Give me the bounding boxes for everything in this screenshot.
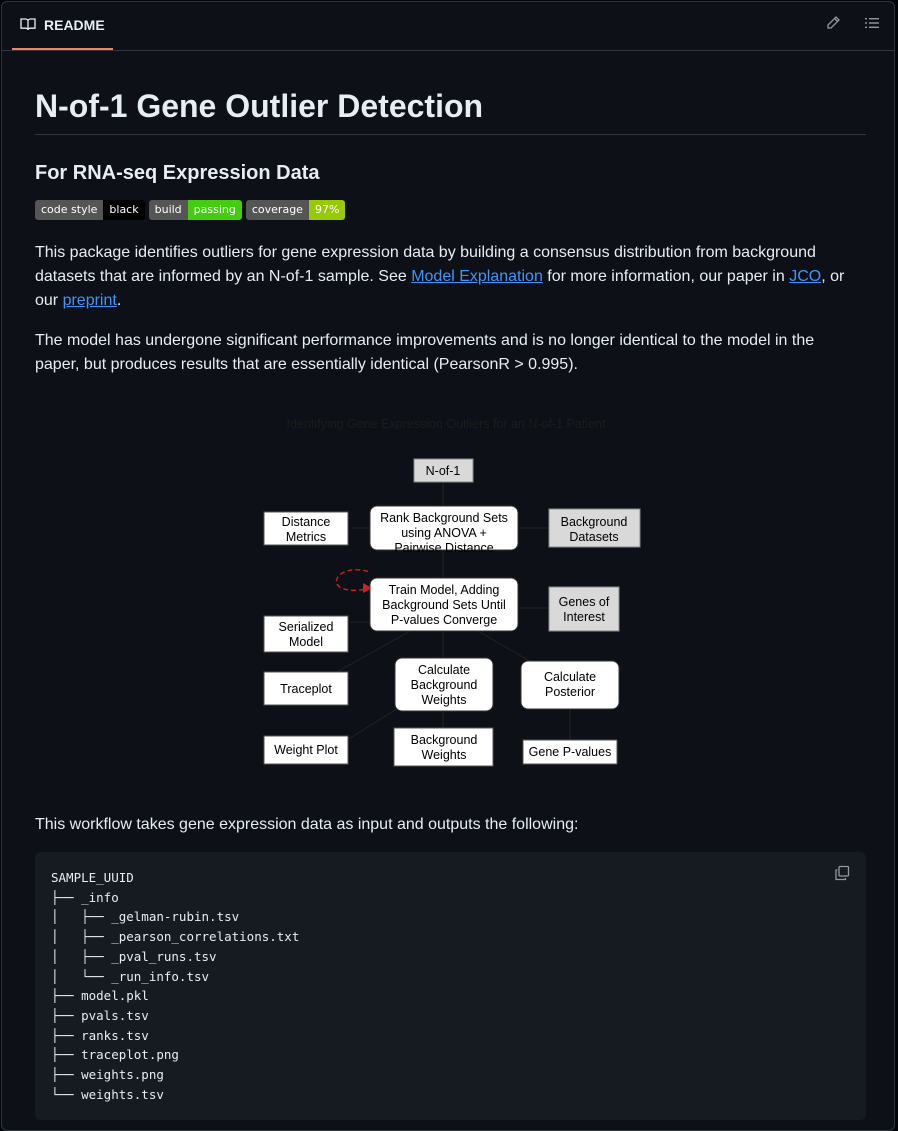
diagram-label: Gene P-values — [529, 745, 612, 759]
diagram-label: Posterior — [545, 685, 595, 699]
badge-label: build — [148, 200, 188, 220]
diagram-label: Distance — [282, 515, 331, 529]
readme-tab-label: README — [44, 17, 105, 33]
diagram-label: Serialized — [279, 620, 334, 634]
readme-tab[interactable]: README — [12, 2, 113, 50]
diagram-label: Background Sets Until — [382, 598, 506, 612]
diagram-label: Calculate — [418, 663, 470, 677]
list-icon — [864, 15, 880, 36]
diagram-label: Genes of — [559, 595, 610, 609]
code-block: SAMPLE_UUID ├── _info │ ├── _gelman-rubi… — [35, 852, 866, 1120]
diagram-label: Pairwise Distance — [394, 541, 493, 555]
model-explanation-link[interactable]: Model Explanation — [411, 268, 543, 285]
readme-header: README — [2, 2, 894, 51]
copy-icon — [834, 865, 850, 885]
diagram-label: Model — [289, 635, 323, 649]
diagram-label: Calculate — [544, 670, 596, 684]
diagram-label: using ANOVA + — [401, 526, 487, 540]
diagram-title: Identifying Gene Expression Outliers for… — [287, 417, 606, 431]
edit-button[interactable] — [824, 15, 842, 36]
file-tree: SAMPLE_UUID ├── _info │ ├── _gelman-rubi… — [51, 870, 300, 1102]
build-badge[interactable]: build passing — [148, 200, 242, 220]
diagram-label: Weights — [422, 748, 467, 762]
workflow-intro: This workflow takes gene expression data… — [35, 816, 579, 833]
book-icon — [20, 16, 36, 35]
intro-text: for more information, our paper in — [542, 268, 790, 285]
badge-value: 97% — [308, 200, 346, 220]
intro-text: . — [116, 292, 122, 309]
diagram-label: Train Model, Adding — [389, 583, 500, 597]
badge-row: code style black build passing coverage … — [35, 200, 346, 220]
readme-panel: README N-of-1 Gene Outlier Detection For… — [1, 1, 895, 1131]
diagram-label: Datasets — [569, 530, 618, 544]
outline-button[interactable] — [863, 16, 881, 34]
diagram-label: Background — [411, 678, 478, 692]
badge-label: coverage — [245, 200, 309, 220]
diagram-label: N-of-1 — [426, 464, 461, 478]
diagram-label: Interest — [563, 610, 605, 624]
preprint-link[interactable]: preprint — [63, 292, 117, 309]
pencil-icon — [825, 15, 841, 36]
diagram-node-genes-of-interest — [548, 586, 620, 632]
diagram-label: P-values Converge — [391, 613, 497, 627]
workflow-diagram: Identifying Gene Expression Outliers for… — [262, 410, 652, 782]
diagram-label: Background — [561, 515, 628, 529]
diagram-label: Weight Plot — [274, 743, 338, 757]
page-subtitle: For RNA-seq Expression Data — [35, 162, 320, 184]
diagram-label: Weights — [422, 693, 467, 707]
coverage-badge[interactable]: coverage 97% — [245, 200, 346, 220]
diagram-label: Background — [411, 733, 478, 747]
diagram-label: Metrics — [286, 530, 326, 544]
diagram-label: Traceplot — [280, 682, 332, 696]
copy-button[interactable] — [834, 865, 852, 883]
badge-value: black — [103, 200, 145, 220]
badge-label: code style — [35, 200, 104, 220]
diagram-label: Rank Background Sets — [380, 511, 508, 525]
page-title: N-of-1 Gene Outlier Detection — [35, 86, 866, 135]
code-style-badge[interactable]: code style black — [35, 200, 145, 220]
performance-paragraph: The model has undergone significant perf… — [35, 332, 815, 373]
badge-value: passing — [187, 200, 242, 220]
jco-link[interactable]: JCO — [789, 268, 821, 285]
intro-paragraph: This package identifies outliers for gen… — [35, 241, 855, 313]
